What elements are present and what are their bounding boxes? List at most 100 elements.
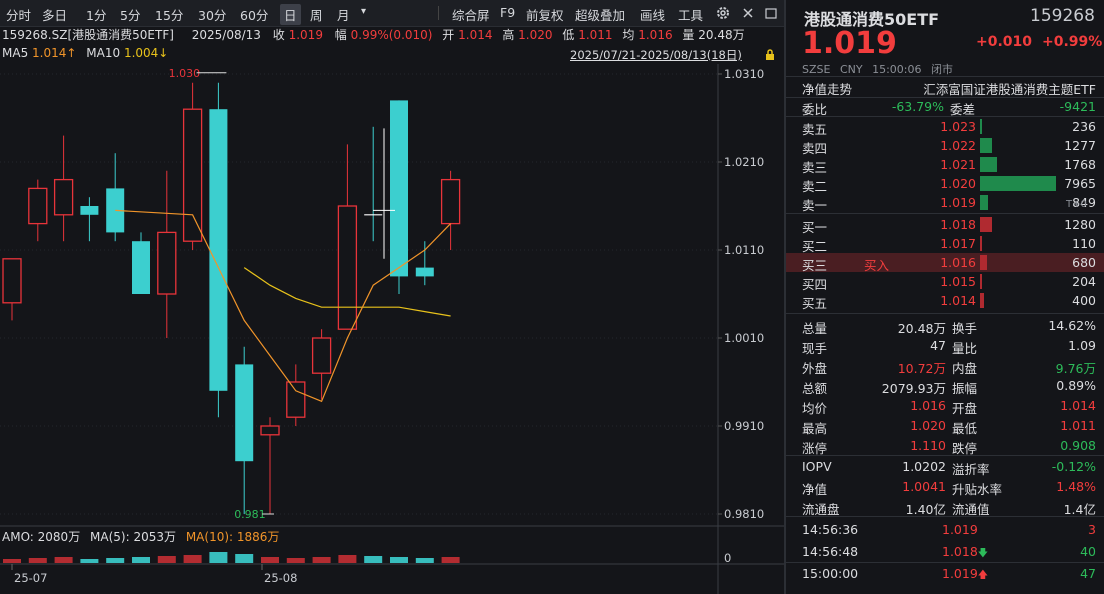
vol-value: 20.48万 [698, 28, 745, 42]
volume-bar [183, 555, 202, 563]
volume-bar [441, 557, 460, 563]
bid-row[interactable]: 买三 买入 1.016 680 [786, 253, 1104, 273]
ma10-label: MA10 [86, 46, 121, 60]
tab-duori[interactable]: 多日 [42, 5, 67, 24]
ma-line: MA5 1.014↑ MA10 1.004↓ [2, 46, 168, 60]
book-price: 1.021 [940, 157, 976, 172]
y-tick-label: 0.9810 [724, 507, 764, 521]
book-volume: 1280 [1064, 217, 1096, 232]
ask-row[interactable]: 卖一 1.019 849 [786, 193, 1104, 213]
tab-f9[interactable]: F9 [500, 5, 515, 20]
book-price: 1.014 [940, 293, 976, 308]
vol-label: 量 [682, 28, 695, 42]
stat-label: 量比 [952, 341, 978, 356]
ask-row[interactable]: 卖二 1.020 7965 [786, 174, 1104, 194]
volume-bar [338, 555, 357, 563]
tab-fenshi[interactable]: 分时 [6, 5, 31, 24]
quote-change: +0.010 [976, 34, 1033, 50]
candle-body [337, 205, 358, 330]
window-icon[interactable] [764, 6, 778, 20]
candle-body [311, 337, 332, 374]
ask-row[interactable]: 卖五 1.023 236 [786, 117, 1104, 137]
close-icon[interactable] [741, 6, 755, 20]
depth-bar [980, 176, 1056, 191]
close-label: 收 [272, 28, 285, 42]
volume-bar [261, 557, 279, 563]
info-date: 2025/08/13 [191, 28, 261, 42]
depth-bar [980, 255, 987, 270]
stat-label: 最低 [952, 421, 978, 436]
candle-body [53, 178, 74, 216]
period-dropdown-icon[interactable]: ▾ [361, 6, 366, 17]
date-range[interactable]: 2025/07/21-2025/08/13(18日) [570, 47, 742, 63]
stat-row: IOPV 1.0202 溢折率 -0.12% [786, 457, 1104, 477]
tab-5min[interactable]: 5分 [120, 5, 140, 24]
lock-icon[interactable] [763, 48, 777, 62]
book-price: 1.022 [940, 138, 976, 153]
stat-value: 1.014 [1060, 398, 1096, 413]
bid-row[interactable]: 买四 1.015 204 [786, 272, 1104, 292]
candle-body [260, 425, 280, 436]
stat-value: 0.89% [1056, 378, 1096, 393]
volume-bar [80, 559, 99, 563]
tab-overlay[interactable]: 超级叠加 [575, 5, 625, 24]
tab-draw[interactable]: 画线 [640, 5, 665, 24]
tick-volume: 47 [1080, 566, 1096, 581]
y-tick-label: 0.9910 [724, 419, 764, 433]
bid-row[interactable]: 买五 1.014 400 [786, 291, 1104, 311]
y-tick-label: 1.0110 [724, 243, 764, 257]
quote-time: 15:00:06 [872, 63, 922, 76]
amp-value: 0.99%(0.010) [350, 28, 433, 42]
tab-1min[interactable]: 1分 [86, 5, 106, 24]
min-price-label: 0.981 [234, 508, 266, 521]
tab-60min[interactable]: 60分 [240, 5, 268, 24]
tick-time: 15:00:00 [802, 566, 859, 581]
tab-month[interactable]: 月 [337, 5, 350, 24]
tick-row: 15:00:00 1.019🡅 47 [786, 564, 1104, 583]
wb-value: -63.79% [891, 99, 944, 114]
tab-tools[interactable]: 工具 [678, 5, 703, 24]
volume-bar [312, 557, 331, 563]
ask-row[interactable]: 卖三 1.021 1768 [786, 155, 1104, 175]
stat-row: 总额 2079.93万 振幅 0.89% [786, 376, 1104, 396]
stat-value: 1.0202 [902, 459, 946, 474]
amp-label: 幅 [334, 28, 347, 42]
gear-icon[interactable] [715, 5, 731, 21]
open-value: 1.014 [458, 28, 493, 42]
volume-bar [3, 559, 21, 563]
vol-ma10-label: MA(10): 1886万 [185, 530, 280, 544]
volume-bar [209, 552, 228, 563]
stat-value: 20.48万 [897, 321, 946, 336]
bid-row[interactable]: 买二 1.017 110 [786, 234, 1104, 254]
tab-week[interactable]: 周 [310, 5, 323, 24]
tab-15min[interactable]: 15分 [155, 5, 183, 24]
stat-label: 现手 [802, 341, 828, 356]
stat-value: 1.020 [910, 418, 946, 433]
book-price: 1.018 [940, 217, 976, 232]
candlestick-chart[interactable]: 1.03101.02101.01101.00100.99100.98101.03… [0, 64, 784, 594]
x-tick-label: 25-07 [14, 571, 47, 585]
depth-bar [980, 274, 983, 289]
tab-day[interactable]: 日 [280, 4, 301, 25]
book-level-label: 买五 [802, 296, 828, 311]
stat-row: 总量 20.48万 换手 14.62% [786, 316, 1104, 336]
book-volume: 680 [1072, 255, 1096, 270]
stat-label: 外盘 [802, 361, 828, 376]
tab-30min[interactable]: 30分 [198, 5, 226, 24]
candle-body [182, 108, 203, 242]
market: SZSE [802, 63, 831, 76]
stat-value: 10.72万 [897, 361, 946, 376]
nav-trend-link[interactable]: 净值走势 [802, 79, 852, 98]
bid-row[interactable]: 买一 1.018 1280 [786, 215, 1104, 235]
open-label: 开 [442, 28, 455, 42]
stat-label: 振幅 [952, 381, 978, 396]
tab-composite[interactable]: 综合屏 [452, 5, 490, 24]
high-value: 1.020 [518, 28, 553, 42]
ask-row[interactable]: 卖四 1.022 1277 [786, 136, 1104, 156]
avg-value: 1.016 [638, 28, 673, 42]
quote-panel: 港股通消费50ETF 159268 1.019 +0.010 +0.99% SZ… [786, 0, 1104, 594]
tab-adjust[interactable]: 前复权 [526, 5, 564, 24]
avg-label: 均 [622, 28, 635, 42]
depth-bar [980, 236, 982, 251]
candle-body [2, 258, 22, 304]
